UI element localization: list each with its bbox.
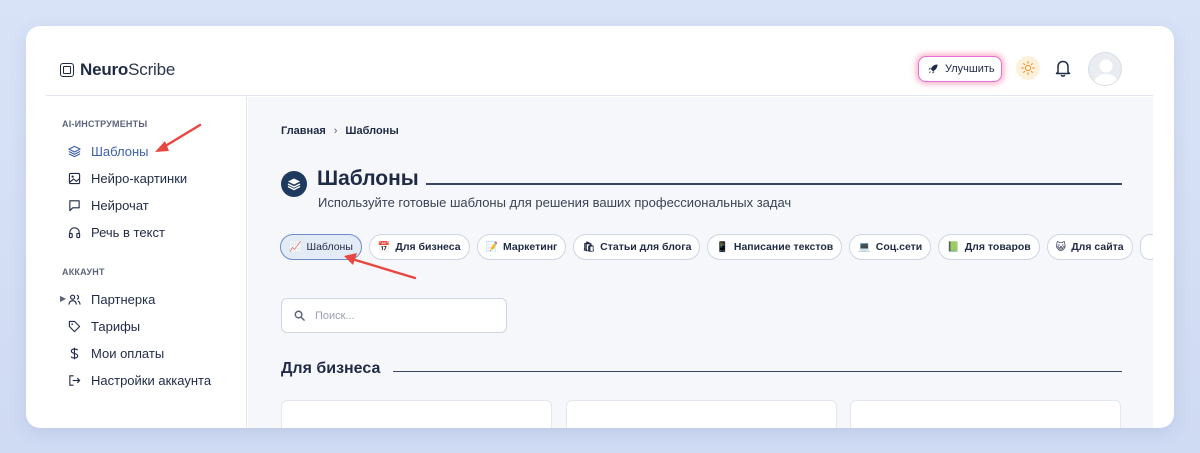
template-card[interactable] bbox=[850, 400, 1121, 428]
sidebar-item-label: Партнерка bbox=[91, 291, 156, 307]
user-avatar-icon bbox=[1093, 59, 1119, 85]
shopping-bag-icon: 🛍 bbox=[582, 241, 596, 253]
category-chips: 📈 Шаблоны 📅 Для бизнеса 📝 Маркетинг 🛍 Ст… bbox=[280, 234, 1153, 260]
sidebar-section-account: АККАУНТ bbox=[62, 267, 105, 277]
sun-icon bbox=[1021, 61, 1035, 75]
template-card[interactable] bbox=[281, 400, 552, 428]
chip-marketing[interactable]: 📝 Маркетинг bbox=[476, 234, 567, 260]
chat-icon bbox=[69, 199, 80, 211]
chip-copywriting[interactable]: 📱 Написание текстов bbox=[707, 234, 843, 260]
app-window: NeuroScribe Улучшить AI-ИНСТРУМЕНТЫ Шабл… bbox=[46, 46, 1153, 428]
sidebar-item-label: Шаблоны bbox=[91, 143, 149, 159]
chip-label: Для товаров bbox=[964, 241, 1031, 253]
logo-text-bold: Neuro bbox=[80, 60, 129, 79]
calendar-icon: 📅 bbox=[377, 241, 391, 253]
logo-text-light: Scribe bbox=[128, 60, 176, 79]
chip-more[interactable] bbox=[1139, 234, 1153, 260]
sidebar-item-account-settings[interactable]: Настройки аккаунта bbox=[68, 370, 211, 390]
chip-products[interactable]: 📗 Для товаров bbox=[938, 234, 1040, 260]
phone-icon: 📱 bbox=[716, 241, 729, 253]
title-divider bbox=[426, 183, 1122, 185]
template-card[interactable] bbox=[566, 400, 837, 428]
laptop-icon: 💻 bbox=[858, 241, 871, 253]
sidebar-item-tariffs[interactable]: Тарифы bbox=[68, 316, 140, 336]
chip-blog-articles[interactable]: 🛍 Статьи для блога bbox=[573, 234, 701, 260]
logo[interactable]: NeuroScribe bbox=[60, 60, 175, 80]
headphones-icon bbox=[68, 226, 81, 238]
chip-label: Статьи для блога bbox=[600, 241, 692, 253]
users-icon bbox=[68, 294, 81, 305]
breadcrumb-home[interactable]: Главная bbox=[281, 125, 326, 137]
chip-label: Шаблоны bbox=[306, 241, 353, 253]
sidebar-item-label: Нейро-картинки bbox=[91, 170, 188, 186]
chip-templates[interactable]: 📈 Шаблоны bbox=[280, 234, 362, 260]
theme-toggle-button[interactable] bbox=[1016, 56, 1040, 80]
sidebar-item-label: Речь в текст bbox=[91, 224, 165, 240]
chip-social[interactable]: 💻 Соц.сети bbox=[849, 234, 932, 260]
chip-label: Для сайта bbox=[1071, 241, 1124, 253]
chip-logo-icon bbox=[60, 63, 74, 77]
layers-icon bbox=[281, 171, 307, 197]
chip-label: Маркетинг bbox=[503, 241, 558, 253]
section-title: Для бизнеса bbox=[281, 360, 381, 377]
memo-icon: 📝 bbox=[485, 241, 499, 253]
chip-website[interactable]: 😺 Для сайта bbox=[1046, 234, 1133, 260]
sidebar-item-neuro-images[interactable]: Нейро-картинки bbox=[68, 168, 187, 188]
sidebar-item-templates[interactable]: Шаблоны bbox=[68, 141, 149, 161]
main-content: Главная › Шаблоны Шаблоны Используйте го… bbox=[248, 97, 1153, 428]
sidebar-item-speech-to-text[interactable]: Речь в текст bbox=[68, 222, 165, 242]
sidebar-item-label: Мои оплаты bbox=[91, 345, 165, 361]
avatar[interactable] bbox=[1088, 52, 1122, 86]
sidebar-item-neurochat[interactable]: Нейрочат bbox=[68, 195, 149, 215]
chart-up-icon: 📈 bbox=[289, 241, 302, 253]
logout-icon bbox=[69, 374, 81, 386]
sidebar-item-label: Тарифы bbox=[91, 318, 141, 334]
book-icon: 📗 bbox=[947, 241, 960, 253]
search-box bbox=[281, 298, 507, 333]
sidebar-item-partners[interactable]: ▶ Партнерка bbox=[60, 289, 156, 309]
sidebar-item-my-payments[interactable]: Мои оплаты bbox=[68, 343, 164, 363]
sidebar-item-clipped[interactable] bbox=[68, 424, 81, 428]
breadcrumb-current: Шаблоны bbox=[345, 125, 399, 137]
chip-business[interactable]: 📅 Для бизнеса bbox=[368, 234, 470, 260]
top-header: NeuroScribe Улучшить bbox=[46, 46, 1153, 96]
sidebar-item-label: Настройки аккаунта bbox=[91, 372, 212, 388]
screenshot-frame: NeuroScribe Улучшить AI-ИНСТРУМЕНТЫ Шабл… bbox=[26, 26, 1174, 428]
cat-icon: 😺 bbox=[1055, 241, 1067, 253]
chip-label: Соц.сети bbox=[875, 241, 923, 253]
sidebar-item-label: Нейрочат bbox=[91, 197, 149, 213]
upgrade-button[interactable]: Улучшить bbox=[918, 56, 1002, 82]
search-input[interactable] bbox=[315, 309, 495, 322]
sidebar: AI-ИНСТРУМЕНТЫ Шаблоны Нейро-картинки Не… bbox=[46, 97, 247, 428]
breadcrumb-chevron-icon: › bbox=[333, 125, 338, 137]
bell-icon[interactable] bbox=[1054, 58, 1072, 78]
power-icon bbox=[68, 428, 81, 429]
search-icon bbox=[294, 310, 305, 321]
page-subtitle: Используйте готовые шаблоны для решения … bbox=[318, 195, 792, 210]
section-divider bbox=[393, 371, 1122, 372]
chip-label: Написание текстов bbox=[733, 241, 834, 253]
page-title: Шаблоны bbox=[317, 167, 419, 190]
image-icon bbox=[68, 172, 81, 184]
chip-label: Для бизнеса bbox=[395, 241, 461, 253]
layers-icon bbox=[68, 145, 81, 157]
tag-icon bbox=[68, 320, 81, 332]
breadcrumb: Главная › Шаблоны bbox=[281, 125, 399, 137]
upgrade-label: Улучшить bbox=[945, 63, 995, 75]
expand-caret-icon[interactable]: ▶ bbox=[60, 289, 66, 309]
sidebar-section-ai-tools: AI-ИНСТРУМЕНТЫ bbox=[62, 119, 148, 129]
rocket-icon bbox=[928, 64, 938, 74]
dollar-icon bbox=[70, 347, 79, 359]
